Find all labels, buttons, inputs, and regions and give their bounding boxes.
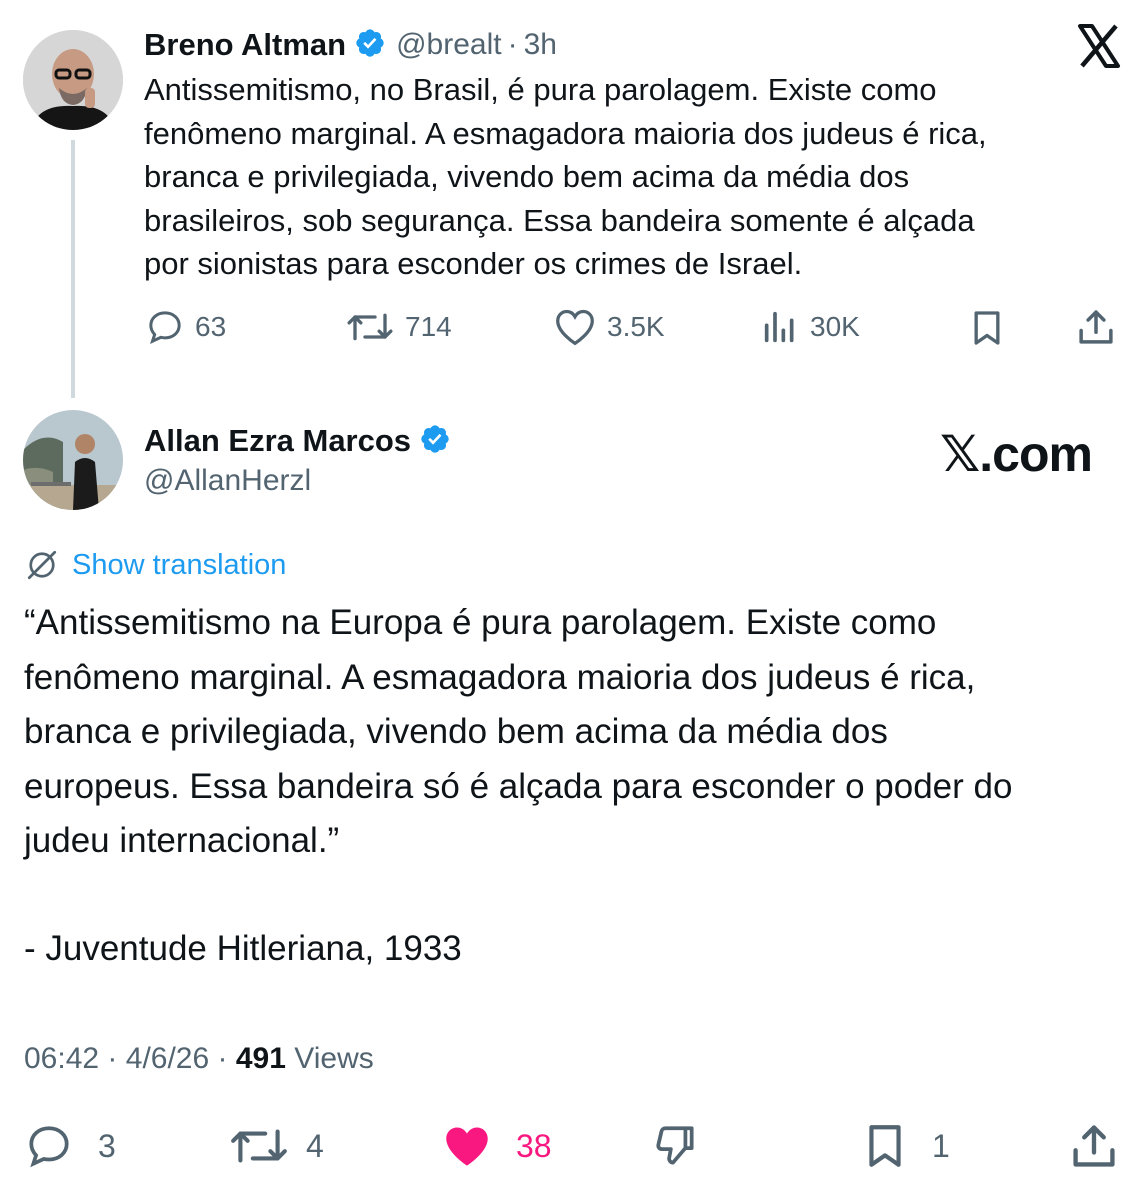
retweet-icon (347, 313, 393, 341)
reply-author-name[interactable]: Allan Ezra Marcos (144, 423, 411, 459)
text-line: brasileiros, sob segurança. Essa bandeir… (144, 202, 975, 238)
quoted-reply-button[interactable]: 63 (145, 306, 226, 348)
reply-tweet-text: “Antissemitismo na Europa é pura parolag… (24, 596, 1134, 869)
translate-icon (27, 550, 57, 580)
header-separator: · (507, 28, 518, 61)
quoted-share-button[interactable] (1075, 306, 1117, 353)
tweet-metadata: 06:42 · 4/6/26 · 491 Views (24, 1042, 374, 1076)
text-line: fenômeno marginal. A esmagadora maioria … (24, 657, 976, 697)
reply-count: 63 (195, 311, 227, 342)
dislike-button[interactable] (650, 1120, 700, 1177)
share-button[interactable] (1068, 1120, 1120, 1177)
like-count: 3.5K (607, 311, 665, 342)
dislike-icon (656, 1126, 694, 1165)
reply-button[interactable]: 3 (24, 1120, 116, 1172)
verified-badge-icon (419, 423, 451, 460)
quoted-tweet-header: Breno Altman @brealt · 3h (144, 24, 557, 66)
bookmark-button[interactable]: 1 (860, 1120, 950, 1172)
quoted-author-handle[interactable]: @brealt (396, 28, 502, 62)
quoted-tweet-time[interactable]: 3h (524, 28, 557, 62)
avatar-photo-allan (23, 410, 123, 510)
quoted-tweet-text: Antissemitismo, no Brasil, é pura parola… (144, 68, 1134, 286)
retweet-button[interactable]: 4 (228, 1120, 324, 1172)
reply-author-avatar[interactable] (23, 410, 123, 510)
show-translation-label: Show translation (72, 548, 287, 581)
reply-icon (29, 1126, 69, 1168)
show-translation-link[interactable]: Show translation (24, 545, 286, 585)
avatar-photo-breno (23, 30, 123, 130)
meta-separator: · (217, 1042, 228, 1075)
retweet-icon (231, 1129, 287, 1163)
share-icon (1073, 1125, 1115, 1167)
reply-author-handle[interactable]: @AllanHerzl (144, 464, 311, 498)
retweet-count: 714 (405, 311, 452, 342)
bookmark-icon (974, 311, 1000, 345)
like-icon (446, 1127, 488, 1166)
thread-connector-line (71, 140, 75, 398)
text-line: fenômeno marginal. A esmagadora maioria … (144, 115, 987, 151)
retweet-count: 4 (306, 1127, 324, 1164)
text-line: por sionistas para esconder os crimes de… (144, 246, 803, 281)
quoted-bookmark-button[interactable] (967, 308, 1007, 353)
views-label: Views (294, 1042, 374, 1075)
reply-count: 3 (98, 1127, 116, 1164)
views-count: 30K (810, 311, 860, 342)
text-line: judeu internacional.” (24, 821, 340, 860)
reply-icon (149, 311, 181, 344)
tweet-time[interactable]: 06:42 (24, 1042, 99, 1075)
quoted-retweet-button[interactable]: 714 (345, 306, 452, 348)
views-icon (764, 311, 794, 343)
text-line: europeus. Essa bandeira só é alçada para… (24, 766, 1013, 806)
reply-tweet-header: Allan Ezra Marcos (144, 420, 451, 462)
quoted-author-name[interactable]: Breno Altman (144, 27, 346, 63)
views-count: 491 (235, 1042, 286, 1075)
text-line: branca e privilegiada, vivendo bem acima… (24, 712, 888, 751)
quoted-author-avatar[interactable] (23, 30, 123, 130)
x-com-watermark: 𝕏.com (940, 426, 1093, 482)
reply-signature: - Juventude Hitleriana, 1933 (24, 929, 462, 968)
text-line: Antissemitismo, no Brasil, é pura parola… (144, 72, 937, 107)
meta-separator: · (107, 1042, 118, 1075)
text-line: branca e privilegiada, vivendo bem acima… (144, 159, 910, 194)
like-button[interactable]: 38 (440, 1120, 552, 1172)
like-icon (556, 309, 594, 346)
quoted-like-button[interactable]: 3.5K (553, 306, 665, 348)
bookmark-count: 1 (932, 1127, 950, 1164)
bookmark-icon (869, 1125, 901, 1167)
tweet-date[interactable]: 4/6/26 (126, 1042, 209, 1075)
x-logo-icon[interactable] (1074, 22, 1124, 72)
share-icon (1079, 310, 1113, 344)
verified-badge-icon (354, 27, 386, 64)
quoted-views-button[interactable]: 30K (760, 306, 860, 348)
text-line: “Antissemitismo na Europa é pura parolag… (24, 603, 937, 642)
like-count: 38 (516, 1127, 552, 1164)
